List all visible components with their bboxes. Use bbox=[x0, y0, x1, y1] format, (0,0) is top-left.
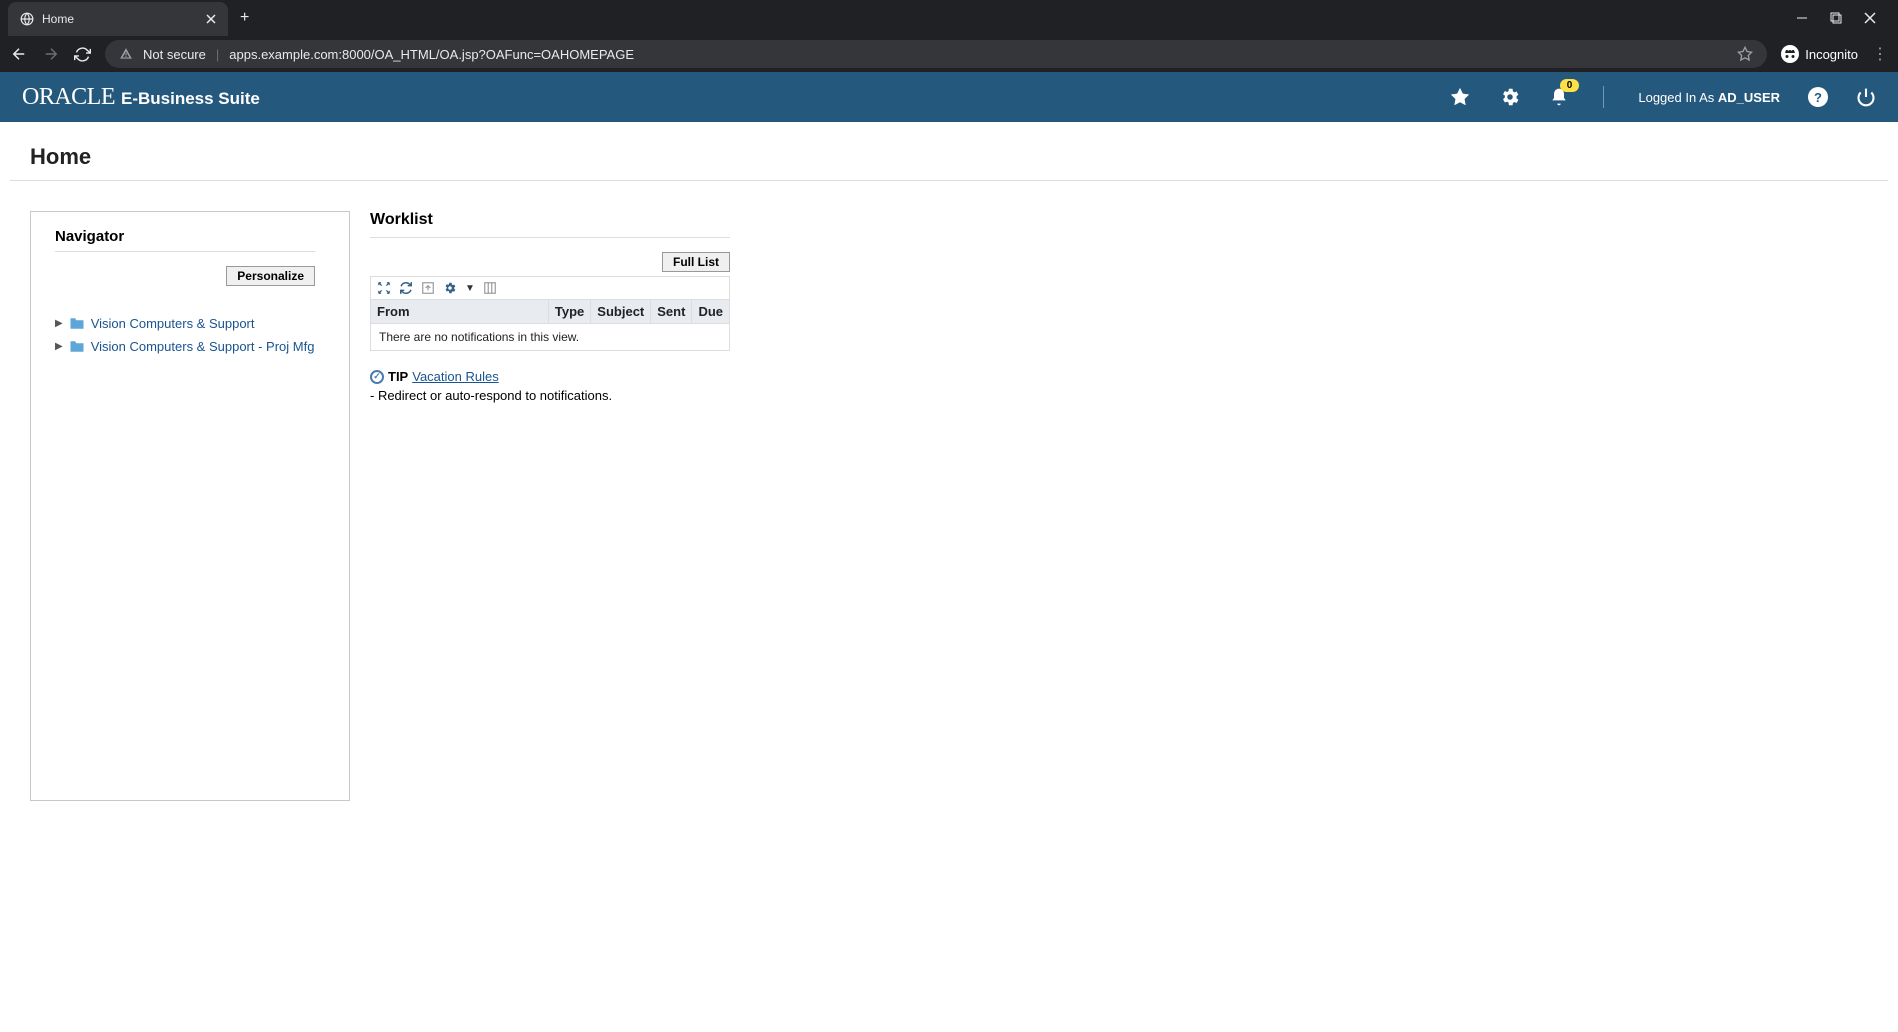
folder-icon bbox=[69, 340, 85, 353]
notifications-bell-icon[interactable]: 0 bbox=[1549, 87, 1569, 107]
tab-bar: Home + bbox=[0, 0, 1898, 36]
favorites-icon[interactable] bbox=[1449, 86, 1471, 108]
worklist-table: ▼ From Type Subject Sent Due There are n… bbox=[370, 276, 730, 351]
logout-power-icon[interactable] bbox=[1856, 87, 1876, 107]
settings-gear-icon[interactable] bbox=[1499, 86, 1521, 108]
column-subject[interactable]: Subject bbox=[590, 300, 650, 323]
logged-in-user: AD_USER bbox=[1718, 90, 1780, 105]
columns-icon[interactable] bbox=[483, 281, 497, 295]
tab-close-icon[interactable] bbox=[206, 14, 216, 24]
brand-main: ORACLE bbox=[22, 84, 115, 111]
tree-link[interactable]: Vision Computers & Support bbox=[91, 316, 255, 331]
navigator-title: Navigator bbox=[55, 228, 315, 252]
dropdown-caret-icon[interactable]: ▼ bbox=[465, 283, 475, 294]
column-due[interactable]: Due bbox=[691, 300, 729, 323]
incognito-label: Incognito bbox=[1805, 47, 1858, 62]
close-icon[interactable] bbox=[1864, 12, 1876, 24]
personalize-button[interactable]: Personalize bbox=[226, 266, 315, 286]
tab-title: Home bbox=[42, 12, 198, 26]
table-settings-gear-icon[interactable] bbox=[443, 281, 457, 295]
worklist-toolbar: ▼ bbox=[371, 277, 729, 299]
worklist-table-header: From Type Subject Sent Due bbox=[371, 299, 729, 323]
minimize-icon[interactable] bbox=[1796, 12, 1808, 24]
tree-item: ▶ Vision Computers & Support bbox=[55, 316, 325, 331]
incognito-badge[interactable]: Incognito bbox=[1781, 45, 1858, 63]
vacation-rules-link[interactable]: Vacation Rules bbox=[412, 369, 498, 384]
content-area: Navigator Personalize ▶ Vision Computers… bbox=[10, 181, 1888, 831]
navigator-panel: Navigator Personalize ▶ Vision Computers… bbox=[30, 211, 350, 801]
globe-icon bbox=[20, 12, 34, 26]
browser-chrome: Home + bbox=[0, 0, 1898, 72]
incognito-icon bbox=[1781, 45, 1799, 63]
brand-logo: ORACLE E-Business Suite bbox=[22, 84, 260, 111]
tip-row: ✓ TIP Vacation Rules - Redirect or auto-… bbox=[370, 369, 730, 403]
page-wrap: Home Navigator Personalize ▶ Vision Comp… bbox=[10, 122, 1888, 831]
url-text: apps.example.com:8000/OA_HTML/OA.jsp?OAF… bbox=[229, 47, 634, 62]
tip-check-icon: ✓ bbox=[370, 370, 384, 384]
app-banner: ORACLE E-Business Suite 0 Logged In As A… bbox=[0, 72, 1898, 122]
new-tab-button[interactable]: + bbox=[240, 9, 249, 27]
expand-icon[interactable]: ▶ bbox=[55, 341, 63, 352]
url-divider: | bbox=[216, 47, 219, 62]
not-secure-label: Not secure bbox=[143, 47, 206, 62]
banner-icons: 0 Logged In As AD_USER ? bbox=[1449, 86, 1876, 108]
column-sent[interactable]: Sent bbox=[650, 300, 691, 323]
back-button[interactable] bbox=[10, 45, 28, 63]
not-secure-icon bbox=[119, 47, 133, 61]
tree-link[interactable]: Vision Computers & Support - Proj Mfg bbox=[91, 339, 315, 354]
worklist-empty-message: There are no notifications in this view. bbox=[371, 323, 729, 350]
tip-label: TIP bbox=[388, 369, 408, 384]
browser-menu-icon[interactable]: ⋮ bbox=[1872, 44, 1888, 64]
detach-icon[interactable] bbox=[377, 281, 391, 295]
logged-in-prefix: Logged In As bbox=[1638, 90, 1718, 105]
banner-divider bbox=[1603, 86, 1604, 108]
export-icon[interactable] bbox=[421, 281, 435, 295]
reload-button[interactable] bbox=[74, 46, 91, 63]
help-icon[interactable]: ? bbox=[1808, 87, 1828, 107]
column-from[interactable]: From bbox=[371, 300, 548, 323]
forward-button[interactable] bbox=[42, 45, 60, 63]
notification-badge: 0 bbox=[1560, 79, 1580, 92]
refresh-icon[interactable] bbox=[399, 281, 413, 295]
tree-item: ▶ Vision Computers & Support - Proj Mfg bbox=[55, 339, 325, 354]
url-input[interactable]: Not secure | apps.example.com:8000/OA_HT… bbox=[105, 40, 1767, 68]
folder-icon bbox=[69, 317, 85, 330]
worklist-panel: Worklist Full List bbox=[370, 211, 730, 403]
page-title: Home bbox=[10, 122, 1888, 181]
navigator-tree: ▶ Vision Computers & Support ▶ Vision Co… bbox=[55, 316, 325, 354]
logged-in-label: Logged In As AD_USER bbox=[1638, 90, 1780, 105]
column-type[interactable]: Type bbox=[548, 300, 590, 323]
full-list-button[interactable]: Full List bbox=[662, 252, 730, 272]
browser-tab[interactable]: Home bbox=[8, 2, 228, 36]
maximize-icon[interactable] bbox=[1830, 12, 1842, 24]
window-controls bbox=[1796, 12, 1890, 24]
address-bar: Not secure | apps.example.com:8000/OA_HT… bbox=[0, 36, 1898, 72]
bookmark-star-icon[interactable] bbox=[1737, 46, 1753, 62]
expand-icon[interactable]: ▶ bbox=[55, 318, 63, 329]
brand-sub: E-Business Suite bbox=[121, 89, 260, 109]
tip-text: - Redirect or auto-respond to notificati… bbox=[370, 388, 612, 403]
worklist-title: Worklist bbox=[370, 211, 730, 238]
